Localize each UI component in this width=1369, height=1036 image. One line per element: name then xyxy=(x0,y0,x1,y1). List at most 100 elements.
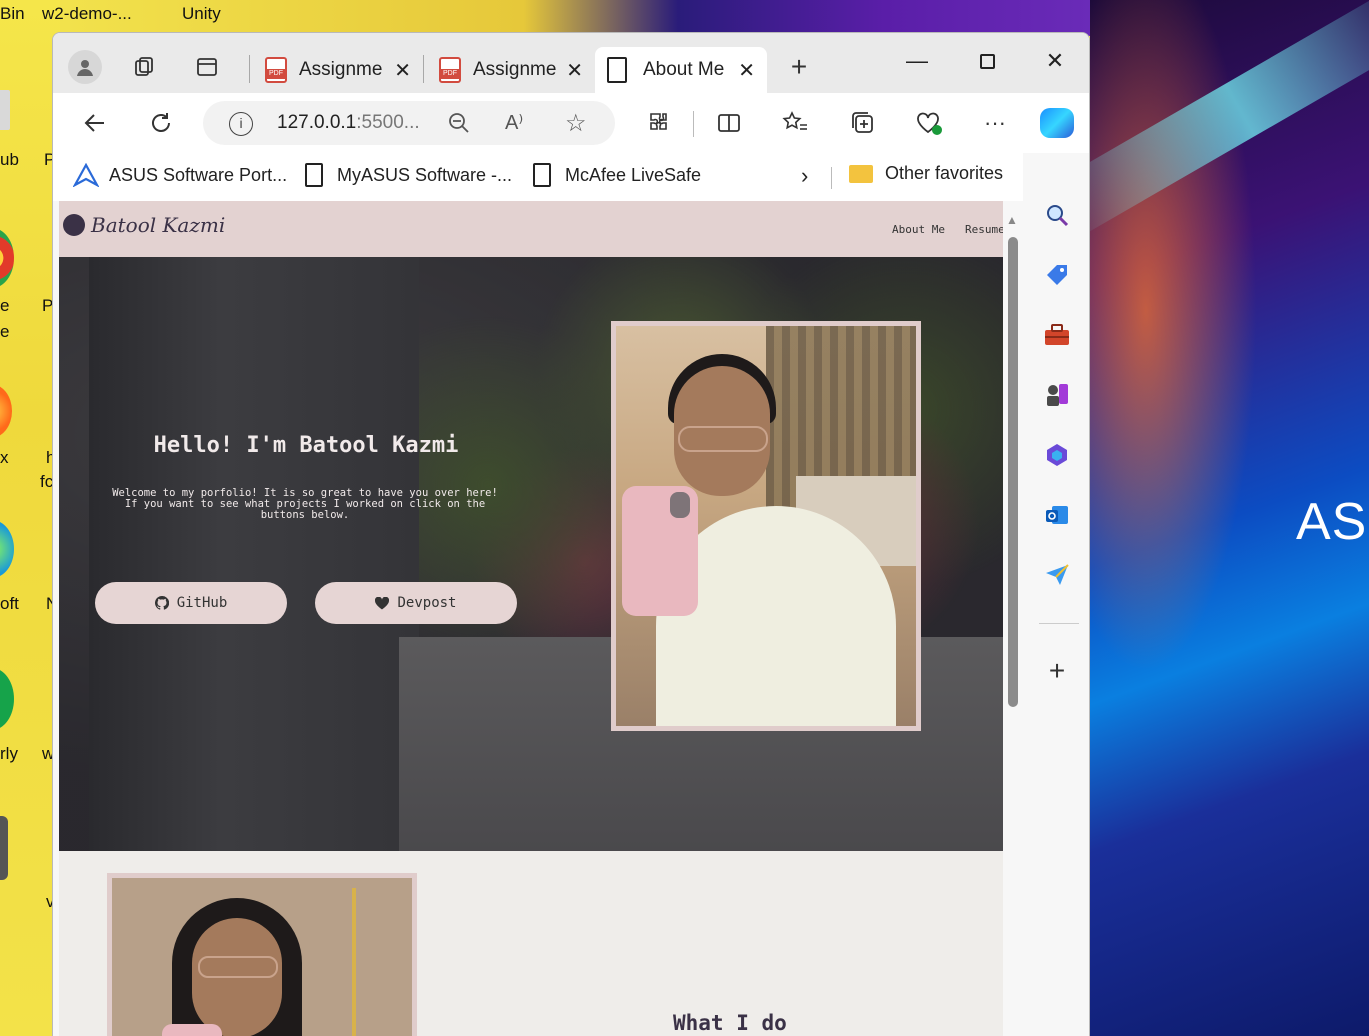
address-bar[interactable]: i 127.0.0.1:5500... A⁾ ☆ xyxy=(203,101,615,145)
minimize-icon: — xyxy=(906,48,928,73)
what-i-do-heading: What I do xyxy=(673,1011,787,1035)
hero-text: Welcome to my porfolio! It is so great t… xyxy=(112,487,498,521)
info-icon[interactable]: i xyxy=(229,112,253,136)
split-screen-button[interactable] xyxy=(709,103,749,143)
new-tab-button[interactable]: + xyxy=(779,47,819,87)
desktop-app-icon[interactable] xyxy=(0,816,8,880)
browser-essentials-button[interactable] xyxy=(909,103,949,143)
heart-pulse-icon xyxy=(917,112,942,135)
puzzle-icon xyxy=(650,113,667,130)
star-icon[interactable]: ☆ xyxy=(565,109,587,138)
hero-section: Hello! I'm Batool Kazmi Welcome to my po… xyxy=(59,257,1003,851)
close-icon: ✕ xyxy=(1045,48,1065,73)
collections-button[interactable] xyxy=(843,103,883,143)
desktop-label[interactable]: w2-demo-... xyxy=(42,4,132,24)
brand-name: Batool Kazmi xyxy=(91,213,226,237)
devpost-button-label: Devpost xyxy=(397,595,457,611)
pdf-icon xyxy=(439,57,461,83)
hero-title: Hello! I'm Batool Kazmi xyxy=(153,433,459,458)
site-brand[interactable]: Batool Kazmi xyxy=(63,213,225,237)
scrollbar-thumb[interactable] xyxy=(1008,237,1018,707)
desktop-label[interactable]: rly xyxy=(0,744,18,764)
tab-separator xyxy=(249,55,250,83)
sidebar-add-button[interactable]: + xyxy=(1037,651,1077,691)
desktop-app-icon[interactable] xyxy=(0,90,10,130)
github-button[interactable]: GitHub xyxy=(95,582,287,624)
copilot-button[interactable] xyxy=(1037,103,1077,143)
refresh-button[interactable] xyxy=(141,103,181,143)
back-button[interactable] xyxy=(75,103,115,143)
sidebar-outlook-button[interactable] xyxy=(1037,495,1077,535)
tab-assignment-2[interactable]: Assignme ✕ xyxy=(427,47,595,93)
workspaces-icon xyxy=(135,57,153,76)
other-favorites-button[interactable]: Other favorites xyxy=(849,163,1003,184)
hero-background-pillar xyxy=(89,257,419,851)
desktop-label[interactable]: ub xyxy=(0,150,19,170)
maximize-button[interactable] xyxy=(957,41,1017,81)
microsoft365-icon xyxy=(1047,444,1067,466)
url-text[interactable]: 127.0.0.1:5500... xyxy=(277,112,420,134)
favorites-button[interactable] xyxy=(775,103,815,143)
sidebar-tools-button[interactable] xyxy=(1037,315,1077,355)
favorite-mcafee-livesafe[interactable]: McAfee LiveSafe xyxy=(533,163,701,187)
favorites-overflow-button[interactable]: › xyxy=(801,163,808,189)
tab-title: Assignme xyxy=(299,59,383,80)
close-icon[interactable]: ✕ xyxy=(394,58,411,83)
chess-icon xyxy=(1047,384,1068,406)
desktop-label[interactable]: Unity xyxy=(182,4,221,24)
read-aloud-icon[interactable]: A⁾ xyxy=(505,110,523,135)
copilot-icon xyxy=(1040,108,1074,138)
sidebar-microsoft365-button[interactable] xyxy=(1037,435,1077,475)
pdf-icon xyxy=(265,57,287,83)
refresh-icon xyxy=(152,113,170,132)
page-scrollbar[interactable]: ▲ xyxy=(1003,201,1023,1036)
desktop-label[interactable]: e xyxy=(0,296,9,316)
devpost-button[interactable]: Devpost xyxy=(315,582,517,624)
arrow-left-icon xyxy=(84,114,104,132)
asus-icon xyxy=(73,163,99,187)
plus-icon: + xyxy=(790,51,808,82)
vertical-tabs-button[interactable] xyxy=(187,47,227,87)
desktop-label[interactable]: e xyxy=(0,322,9,342)
split-screen-icon xyxy=(718,114,740,132)
sidebar-search-button[interactable] xyxy=(1037,195,1077,235)
sidebar-separator xyxy=(1039,623,1079,624)
close-icon[interactable]: ✕ xyxy=(566,58,583,83)
desktop-label[interactable]: Bin xyxy=(0,4,25,24)
page-icon xyxy=(533,163,551,187)
desktop-label[interactable]: x xyxy=(0,448,9,468)
github-icon xyxy=(154,596,169,610)
favorite-myasus-software[interactable]: MyASUS Software -... xyxy=(305,163,512,187)
nav-about-me[interactable]: About Me xyxy=(892,223,945,236)
workspaces-button[interactable] xyxy=(125,47,165,87)
tag-icon xyxy=(1047,265,1067,285)
sidebar-games-button[interactable] xyxy=(1037,375,1077,415)
zoom-out-icon[interactable] xyxy=(447,111,471,140)
toolbar-separator xyxy=(693,111,694,137)
settings-more-button[interactable]: ··· xyxy=(975,103,1015,143)
extensions-button[interactable] xyxy=(637,103,677,143)
favorite-asus-software-portal[interactable]: ASUS Software Port... xyxy=(73,163,287,187)
tab-actions-icon xyxy=(197,58,217,76)
scroll-up-icon[interactable]: ▲ xyxy=(1006,213,1018,227)
minimize-button[interactable]: — xyxy=(887,41,947,81)
folder-icon xyxy=(849,164,873,183)
profile-button[interactable] xyxy=(65,47,105,87)
page-icon xyxy=(305,163,323,187)
chevron-right-icon: › xyxy=(801,163,809,188)
nav-resume[interactable]: Resume xyxy=(965,223,1005,236)
sidebar-drop-button[interactable] xyxy=(1037,555,1077,595)
favorites-bar: ASUS Software Port... MyASUS Software -.… xyxy=(53,153,1089,201)
heart-icon xyxy=(375,596,390,609)
sidebar-shopping-button[interactable] xyxy=(1037,255,1077,295)
window-close-button[interactable]: ✕ xyxy=(1025,41,1085,81)
profile-photo xyxy=(611,321,921,731)
site-navbar: Batool Kazmi About Me Resume xyxy=(59,201,1005,257)
search-icon xyxy=(1047,205,1069,227)
github-button-label: GitHub xyxy=(176,595,228,611)
tab-assignment-1[interactable]: Assignme ✕ xyxy=(253,47,423,93)
close-icon[interactable]: ✕ xyxy=(738,58,755,83)
tab-about-me[interactable]: About Me ✕ xyxy=(595,47,767,93)
desktop-label[interactable]: oft xyxy=(0,594,19,614)
collections-icon xyxy=(852,112,873,133)
